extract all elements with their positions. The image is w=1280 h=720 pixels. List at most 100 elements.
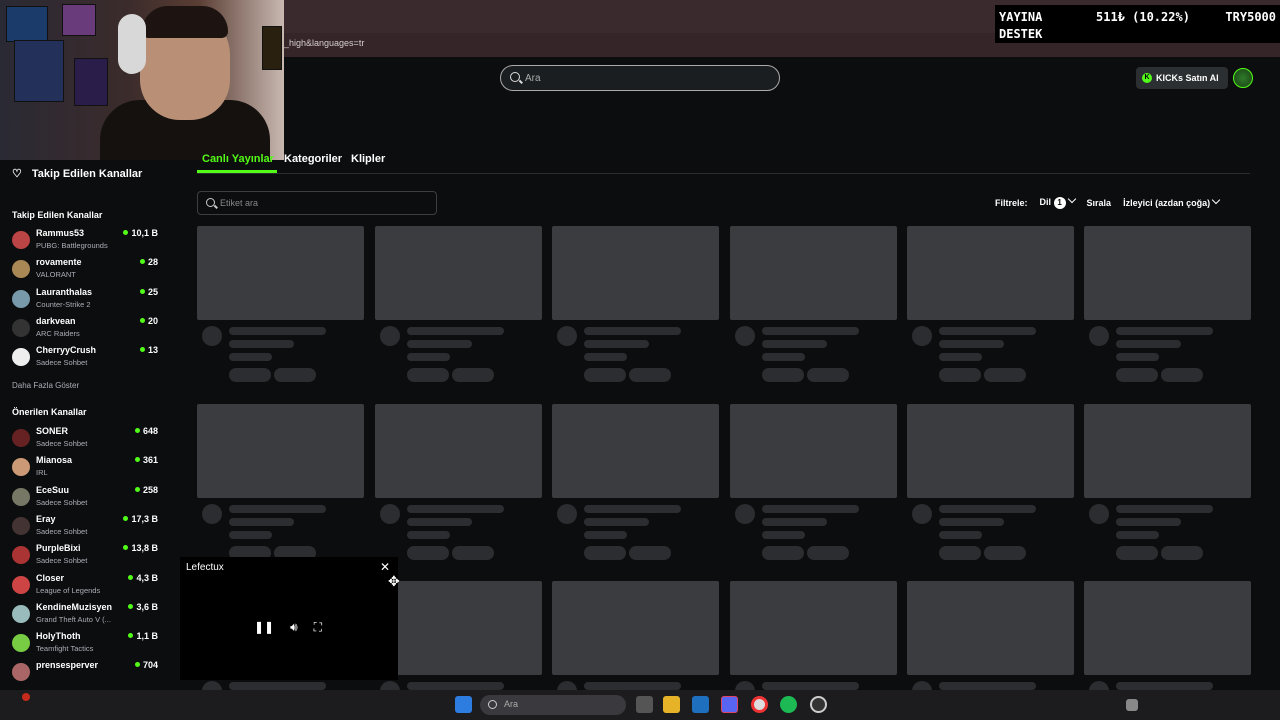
text-placeholder [939, 340, 1004, 348]
channel-name: KendineMuzisyen [36, 601, 113, 612]
fullscreen-icon[interactable]: ⛶ [314, 620, 322, 635]
channel-name: prensesperver [36, 660, 99, 671]
tag-placeholder [451, 368, 494, 382]
discord-icon[interactable] [721, 696, 738, 713]
text-placeholder [939, 353, 982, 361]
thumbnail-placeholder [729, 404, 897, 498]
channel-avatar [12, 318, 30, 337]
active-tab-indicator [197, 170, 277, 173]
thumbnail-placeholder [552, 581, 719, 675]
title-placeholder [939, 682, 1036, 690]
heart-icon: ♡ [12, 168, 22, 180]
channel-avatar [12, 546, 30, 565]
sidebar-channel-item[interactable]: prensesperver 704 [12, 660, 162, 688]
network-icon[interactable] [1126, 699, 1138, 711]
windows-taskbar: Ara [0, 690, 1280, 720]
channel-category: League of Legends [36, 585, 101, 595]
tag-placeholder [584, 368, 626, 382]
viewer-count: 13,8 B [123, 543, 158, 553]
sidebar-channel-item[interactable]: HolyThoth Teamfight Tactics 1,1 B [12, 631, 162, 659]
thumbnail-placeholder [1084, 404, 1251, 498]
channel-category: VALORANT [36, 270, 76, 280]
channel-category: IRL [36, 468, 48, 478]
viewer-count: 704 [135, 660, 158, 670]
text-placeholder [761, 340, 827, 348]
followed-section-title: Takip Edilen Kanallar [12, 210, 103, 220]
viewer-count: 4,3 B [128, 573, 158, 583]
sidebar-channel-item[interactable]: darkvean ARC Raiders 20 [12, 316, 162, 344]
text-placeholder [584, 518, 649, 526]
thumbnail-placeholder [374, 581, 542, 675]
title-placeholder [229, 505, 326, 513]
channel-avatar [12, 260, 30, 279]
mini-player[interactable]: Lefectux ✕ ❚❚ 🔊︎ ⛶ [180, 557, 398, 680]
kicks-icon: K [1142, 73, 1152, 83]
tag-placeholder [984, 546, 1026, 560]
sidebar-header[interactable]: ♡ Takip Edilen Kanallar [12, 167, 142, 181]
buy-kicks-button[interactable]: K KICKs Satın Al [1136, 67, 1228, 89]
buy-kicks-label: KICKs Satın Al [1156, 73, 1219, 83]
viewer-count: 25 [140, 287, 158, 297]
viewer-count: 3,6 B [128, 602, 158, 612]
channel-name: SONER [36, 426, 69, 436]
sidebar-channel-item[interactable]: EceSuu Sadece Sohbet 258 [12, 485, 162, 513]
windows-start-icon[interactable] [455, 696, 472, 713]
tag-placeholder [761, 546, 804, 560]
tab-live[interactable]: Canlı Yayınlar [202, 153, 274, 165]
sidebar-channel-item[interactable]: Mianosa IRL 361 [12, 455, 162, 483]
thumbnail-placeholder [374, 404, 542, 498]
volume-icon[interactable]: 🔊︎ [290, 620, 298, 635]
thumbnail-placeholder [374, 226, 542, 320]
task-view-icon[interactable] [636, 696, 653, 713]
sort-value: İzleyici (azdan çoğa) [1123, 198, 1211, 208]
channel-avatar [12, 604, 30, 623]
thumbnail-placeholder [552, 226, 719, 320]
sidebar-channel-item[interactable]: KendineMuzisyen Grand Theft Auto V (... 3,… [12, 602, 162, 630]
channel-category: Grand Theft Auto V (... [36, 614, 111, 624]
user-avatar[interactable] [1233, 68, 1253, 88]
text-placeholder [406, 340, 472, 348]
sidebar-channel-item[interactable]: Closer League of Legends 4,3 B [12, 573, 162, 601]
sidebar-channel-item[interactable]: PurpleBixi Sadece Sohbet 13,8 B [12, 543, 162, 571]
sort-dropdown[interactable]: İzleyici (azdan çoğa) [1123, 195, 1223, 208]
channel-category: Sadece Sohbet [36, 439, 88, 448]
text-placeholder [939, 531, 982, 539]
pause-icon[interactable]: ❚❚ [254, 620, 274, 635]
show-more-link[interactable]: Daha Fazla Göster [12, 381, 79, 390]
sidebar-channel-item[interactable]: Rammus53 PUBG: Battlegrounds 10,1 B [12, 228, 162, 256]
title-placeholder [406, 682, 504, 690]
sidebar-channel-item[interactable]: rovamente VALORANT 28 [12, 257, 162, 285]
channel-name: rovamente [36, 257, 82, 268]
chrome-icon[interactable] [751, 696, 768, 713]
language-count-badge: 1 [1053, 197, 1066, 209]
tab-categories[interactable]: Kategoriler [284, 153, 342, 165]
sidebar-channel-item[interactable]: CherryyCrush Sadece Sohbet 13 [12, 345, 162, 373]
poster [62, 4, 96, 36]
sidebar-channel-item[interactable]: Lauranthalas Counter-Strike 2 25 [12, 287, 162, 315]
obs-icon[interactable] [810, 696, 827, 713]
thumbnail-placeholder [729, 226, 897, 320]
taskbar-search[interactable]: Ara [480, 695, 626, 715]
viewer-count: 17,3 B [123, 514, 158, 524]
search-input[interactable]: Ara [500, 65, 780, 91]
text-placeholder [229, 353, 272, 361]
url-text: _high&languages=tr [284, 38, 365, 48]
file-explorer-icon[interactable] [663, 696, 680, 713]
channel-category: PUBG: Battlegrounds [36, 241, 108, 250]
text-placeholder [761, 518, 827, 526]
sidebar-channel-item[interactable]: SONER Sadece Sohbet 648 [12, 426, 162, 454]
tag-placeholder [1116, 368, 1158, 382]
sidebar-channel-item[interactable]: Eray Sadece Sohbet 17,3 B [12, 514, 162, 542]
tag-search-input[interactable]: Etiket ara [197, 191, 437, 215]
spotify-icon[interactable] [780, 696, 797, 713]
store-icon[interactable] [692, 696, 709, 713]
title-placeholder [584, 682, 681, 690]
language-filter[interactable]: Dil 1 [1040, 194, 1079, 209]
notification-badge-icon [22, 693, 30, 701]
tab-clips[interactable]: Klipler [351, 153, 385, 165]
close-icon[interactable]: ✕ [380, 560, 390, 574]
title-placeholder [1116, 682, 1213, 690]
text-placeholder [761, 353, 805, 361]
tag-placeholder [274, 368, 316, 382]
tag-placeholder [584, 546, 626, 560]
